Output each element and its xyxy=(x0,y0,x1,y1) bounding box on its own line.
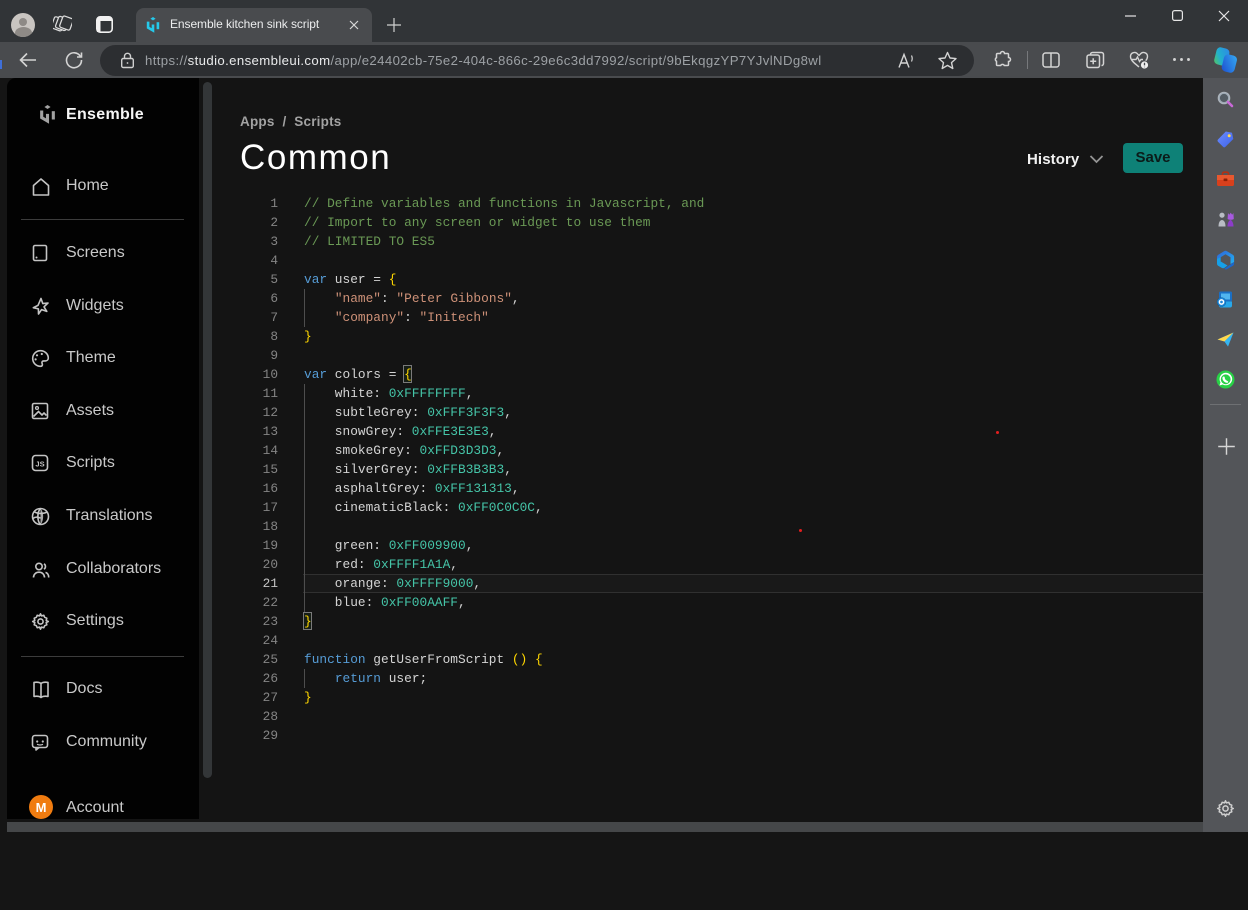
svg-text:JS: JS xyxy=(35,460,44,469)
